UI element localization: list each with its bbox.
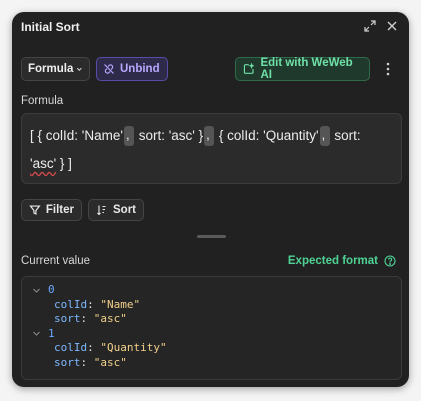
tree-prop: colId: "Name" [54,297,141,311]
tree-node[interactable]: 1 [32,327,391,342]
tree-prop: sort: "asc" [54,312,127,325]
unlink-icon [104,64,114,74]
unbind-label: Unbind [120,63,160,75]
ai-edit-icon [243,63,255,74]
separator-chip[interactable] [204,121,215,149]
sort-icon [97,205,106,216]
formula-segment: sort: [330,128,361,143]
expected-format-label: Expected format [287,255,378,267]
separator-chip[interactable] [123,121,134,149]
chevron-down-icon [77,67,83,71]
tree-node[interactable]: 0 [32,283,391,298]
tree-key: sort [54,312,81,325]
chevron-down-icon[interactable] [32,285,42,295]
resize-handle[interactable] [197,235,226,238]
ai-button-label: Edit with WeWeb AI [260,57,353,81]
filter-icon [29,205,41,215]
tree-key: sort [54,355,81,369]
tree-value: "asc" [93,355,127,369]
filter-button[interactable]: Filter [21,199,82,221]
tree-index: 0 [48,283,55,296]
more-options-icon[interactable] [382,61,394,77]
formula-segment: sort: 'asc' } [134,128,204,143]
formula-segment: } ] [56,156,72,171]
help-icon [384,255,396,267]
formula-segment-misspelled: 'asc' [30,156,57,171]
formula-segment: [ { colId: 'Name' [30,128,123,143]
mode-select[interactable]: Formula [21,57,90,81]
sort-button[interactable]: Sort [88,199,144,221]
sort-label: Sort [113,204,136,216]
current-value-tree: 0 colId: "Name" sort: "asc" 1 colId: "Qu… [21,276,402,380]
tree-key: colId [54,297,88,311]
chevron-down-icon[interactable] [32,329,42,339]
close-icon[interactable] [385,19,399,33]
edit-with-ai-button[interactable]: Edit with WeWeb AI [235,57,370,81]
tree-index: 1 [48,326,55,340]
panel-header: Initial Sort [12,12,409,42]
expected-format-link[interactable]: Expected format [288,255,396,267]
formula-editor[interactable]: [ { colId: 'Name' sort: 'asc' } { colId:… [21,113,402,184]
formula-label: Formula [21,95,64,107]
tree-value: "Quantity" [100,341,167,354]
panel-title: Initial Sort [21,20,80,34]
formula-segment: { colId: 'Quantity' [215,128,319,143]
tree-value: "asc" [93,312,127,325]
tree-prop: sort: "asc" [54,355,127,369]
tree-key: colId [54,341,88,354]
separator-chip[interactable] [319,121,330,149]
unbind-button[interactable]: Unbind [96,57,168,81]
tree-prop: colId: "Quantity" [54,341,167,354]
expand-icon[interactable] [363,19,377,33]
initial-sort-panel: Initial Sort Formula Unbind Edit with We… [12,12,409,387]
tree-value: "Name" [100,297,141,311]
current-value-label: Current value [21,255,91,267]
filter-label: Filter [45,204,74,216]
mode-select-label: Formula [28,63,74,75]
